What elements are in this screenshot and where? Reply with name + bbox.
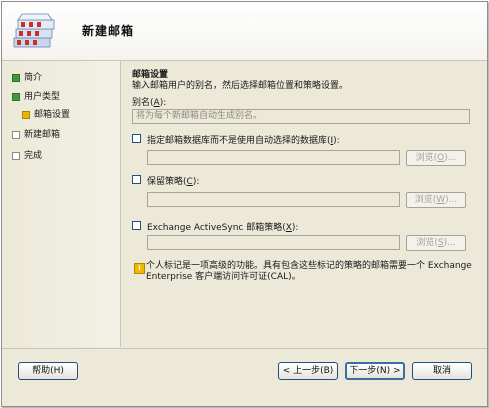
cancel-button[interactable]: 取消 <box>412 362 472 380</box>
browse-retention-button[interactable]: 浏览(W)... <box>406 192 466 208</box>
info-tag-icon: i <box>134 263 145 274</box>
info-text: 个人标记是一项高级的功能。具有包含这些标记的策略的邮箱需要一个 Exchange… <box>146 261 472 282</box>
step-finish[interactable]: 完成 <box>12 149 42 163</box>
database-input[interactable] <box>147 150 400 165</box>
step-current-icon <box>22 110 30 119</box>
wizard-steps-nav: 简介 用户类型 邮箱设置 新建邮箱 完成 <box>2 61 121 347</box>
retention-policy-label[interactable]: 保留策略(C): <box>147 174 199 187</box>
step-pending-icon <box>12 130 20 139</box>
back-button[interactable]: < 上一步(B) <box>278 362 338 380</box>
retention-policy-checkbox[interactable] <box>132 175 141 184</box>
alias-label: 别名(A): <box>132 98 167 108</box>
step-label: 邮箱设置 <box>34 110 71 120</box>
activesync-policy-input[interactable] <box>147 235 400 250</box>
next-button[interactable]: 下一步(N) > <box>345 362 405 380</box>
activesync-policy-checkbox[interactable] <box>132 221 141 230</box>
alias-input[interactable]: 将为每个新邮箱自动生成别名。 <box>132 109 470 124</box>
activesync-policy-label[interactable]: Exchange ActiveSync 邮箱策略(X): <box>147 220 298 233</box>
step-label: 用户类型 <box>24 92 61 102</box>
specify-database-label[interactable]: 指定邮箱数据库而不是使用自动选择的数据库(I): <box>147 133 340 146</box>
step-user-type[interactable]: 用户类型 <box>12 90 60 104</box>
step-label: 完成 <box>24 151 43 161</box>
step-new-mailbox[interactable]: 新建邮箱 <box>12 128 60 142</box>
new-mailbox-wizard: 新建邮箱 简介 用户类型 邮箱设置 新建邮箱 完成 邮箱设置 输入邮箱用户的别名… <box>1 1 488 407</box>
step-intro[interactable]: 简介 <box>12 71 42 85</box>
step-mailbox-settings[interactable]: 邮箱设置 <box>22 108 70 122</box>
browse-activesync-button[interactable]: 浏览(S)... <box>406 235 466 251</box>
mailbox-stack-icon <box>13 13 55 48</box>
help-button[interactable]: 帮助(H) <box>18 362 78 380</box>
retention-policy-input[interactable] <box>147 192 400 207</box>
browse-database-button[interactable]: 浏览(O)... <box>406 150 466 166</box>
specify-database-checkbox[interactable] <box>132 134 141 143</box>
wizard-header: 新建邮箱 <box>2 2 487 61</box>
step-label: 简介 <box>24 73 43 83</box>
section-description: 输入邮箱用户的别名，然后选择邮箱位置和策略设置。 <box>132 81 349 91</box>
footer-divider <box>2 348 487 349</box>
step-label: 新建邮箱 <box>24 130 61 140</box>
wizard-title: 新建邮箱 <box>82 24 135 38</box>
step-complete-icon <box>12 92 20 101</box>
step-pending-icon <box>12 151 20 160</box>
mailbox-settings-panel: 邮箱设置 输入邮箱用户的别名，然后选择邮箱位置和策略设置。 别名(A): 将为每… <box>130 61 480 347</box>
step-complete-icon <box>12 73 20 82</box>
